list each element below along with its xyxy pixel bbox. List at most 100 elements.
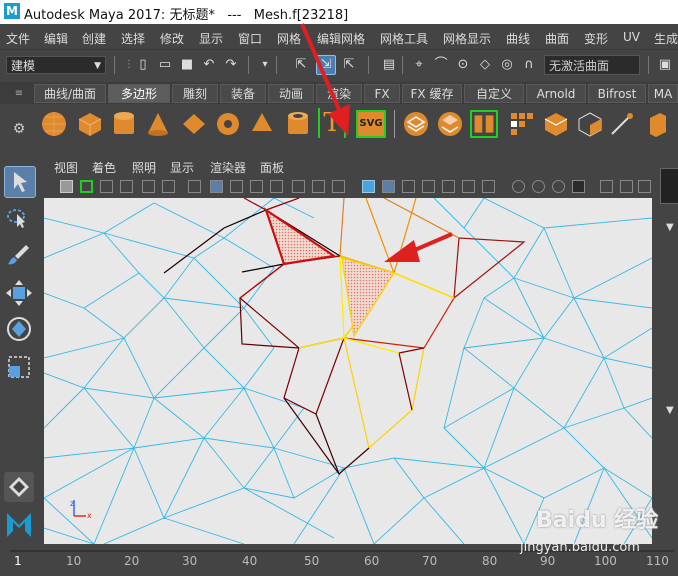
poly-type-text-icon[interactable]: T	[318, 108, 346, 138]
isolate-select-icon[interactable]	[512, 180, 525, 193]
channel-box-tab[interactable]	[660, 168, 678, 204]
poly-pipe-icon[interactable]	[284, 110, 312, 138]
layout-button[interactable]	[4, 472, 34, 502]
poly-prism-icon[interactable]	[248, 110, 276, 138]
menu-generate[interactable]: 生成	[654, 30, 678, 47]
shelf-tab-polygons[interactable]: 多边形	[108, 84, 170, 103]
shelf-tab-bifrost[interactable]: Bifrost	[588, 84, 646, 103]
film-gate-icon[interactable]	[210, 180, 223, 193]
construction-history-icon[interactable]: ▣	[656, 56, 674, 74]
panel-menu-panels[interactable]: 面板	[260, 159, 284, 176]
menu-surfaces[interactable]: 曲面	[545, 30, 569, 47]
rotate-tool-button[interactable]	[4, 314, 34, 344]
shelf-tab-custom[interactable]: 自定义	[464, 84, 524, 103]
grease-pencil-icon[interactable]	[162, 180, 175, 193]
chevron-down-icon[interactable]: ▼	[666, 222, 674, 233]
poly-cylinder-icon[interactable]	[110, 110, 138, 138]
grid-toggle-icon[interactable]	[188, 180, 201, 193]
bookmarks-icon[interactable]	[100, 180, 113, 193]
safe-action-icon[interactable]	[292, 180, 305, 193]
menu-edit[interactable]: 编辑	[44, 30, 68, 47]
undo-icon[interactable]: ↶	[200, 56, 218, 74]
xray-joints-icon[interactable]	[532, 180, 545, 193]
select-component-icon[interactable]: ⇲	[316, 55, 336, 75]
menu-create[interactable]: 创建	[82, 30, 106, 47]
save-scene-icon[interactable]: ■	[178, 56, 196, 74]
shelf-tab-sculpting[interactable]: 雕刻	[172, 84, 218, 103]
smooth-icon[interactable]	[508, 110, 536, 138]
image-plane-icon[interactable]	[120, 180, 133, 193]
safe-title-icon[interactable]	[312, 180, 325, 193]
menu-deform[interactable]: 变形	[584, 30, 608, 47]
panel-menu-shading[interactable]: 着色	[92, 159, 116, 176]
use-all-lights-icon[interactable]	[442, 180, 455, 193]
shelf-menu-icon[interactable]: ≡	[10, 85, 28, 103]
pick-mask-icon[interactable]: ▤	[380, 56, 398, 74]
paint-select-tool-button[interactable]	[4, 240, 34, 270]
camera-icon[interactable]	[60, 180, 73, 193]
extract-icon[interactable]	[470, 110, 498, 138]
shelf-tab-fx[interactable]: FX	[364, 84, 400, 103]
menu-edit-mesh[interactable]: 编辑网格	[317, 30, 365, 47]
separate-icon[interactable]	[436, 110, 464, 138]
menu-file[interactable]: 文件	[6, 30, 30, 47]
shadows-icon[interactable]	[462, 180, 475, 193]
field-chart-icon[interactable]	[270, 180, 283, 193]
redo-icon[interactable]: ↷	[222, 56, 240, 74]
menu-set-dropdown[interactable]: 建模 ▼	[6, 56, 106, 74]
lasso-tool-button[interactable]	[4, 204, 34, 234]
motion-blur-icon[interactable]	[600, 180, 613, 193]
panel-menu-show[interactable]: 显示	[170, 159, 194, 176]
scale-tool-button[interactable]	[4, 352, 34, 382]
snap-curve-icon[interactable]: ⌒	[432, 56, 450, 74]
shelf-tab-arnold[interactable]: Arnold	[526, 84, 586, 103]
poly-plane-icon[interactable]	[180, 110, 208, 138]
extrude-icon[interactable]	[644, 110, 672, 138]
magnet-icon[interactable]: ∩	[520, 56, 538, 74]
panel-menu-view[interactable]: 视图	[54, 159, 78, 176]
move-tool-button[interactable]	[4, 278, 34, 308]
shelf-tab-fx-caching[interactable]: FX 缓存	[402, 84, 462, 103]
poly-sphere-icon[interactable]	[40, 110, 68, 138]
gate-mask-icon[interactable]	[250, 180, 263, 193]
anti-aliasing-icon[interactable]	[620, 180, 633, 193]
shelf-settings-gear-icon[interactable]: ⚙	[10, 120, 28, 138]
menu-mesh[interactable]: 网格	[277, 30, 301, 47]
menu-curves[interactable]: 曲线	[506, 30, 530, 47]
select-object-icon[interactable]: ⇱	[340, 56, 358, 74]
poly-svg-icon[interactable]: SVG	[356, 110, 386, 138]
new-scene-icon[interactable]: ▯	[134, 56, 152, 74]
camera-attributes-icon[interactable]	[80, 180, 93, 193]
resolution-gate-icon[interactable]	[230, 180, 243, 193]
snap-grid-icon[interactable]: ⌖	[410, 56, 428, 74]
poly-cube-icon[interactable]	[76, 110, 104, 138]
menu-mesh-display[interactable]: 网格显示	[443, 30, 491, 47]
bridge-icon[interactable]	[542, 110, 570, 138]
xray-icon[interactable]	[482, 180, 495, 193]
snap-point-icon[interactable]: ⊙	[454, 56, 472, 74]
menu-select[interactable]: 选择	[121, 30, 145, 47]
selection-mask-icon[interactable]: ▾	[256, 56, 274, 74]
shelf-tab-curves-surfaces[interactable]: 曲线/曲面	[34, 84, 106, 103]
text-overlay-icon[interactable]	[332, 180, 345, 193]
open-scene-icon[interactable]: ▭	[156, 56, 174, 74]
depth-of-field-icon[interactable]	[638, 180, 651, 193]
panel-menu-renderer[interactable]: 渲染器	[210, 159, 246, 176]
2d-pan-zoom-icon[interactable]	[142, 180, 155, 193]
wireframe-on-shaded-icon[interactable]	[402, 180, 415, 193]
snap-live-icon[interactable]: ◎	[498, 56, 516, 74]
textured-icon[interactable]	[422, 180, 435, 193]
bevel-icon[interactable]	[576, 110, 604, 138]
combine-icon[interactable]	[402, 110, 430, 138]
menu-windows[interactable]: 窗口	[238, 30, 262, 47]
ambient-occlusion-icon[interactable]	[572, 180, 585, 193]
smooth-shade-icon[interactable]	[382, 180, 395, 193]
snap-view-plane-icon[interactable]: ◇	[476, 56, 494, 74]
xray-active-icon[interactable]	[552, 180, 565, 193]
panel-menu-lighting[interactable]: 照明	[132, 159, 156, 176]
menu-uv[interactable]: UV	[623, 30, 640, 44]
shelf-tab-animation[interactable]: 动画	[268, 84, 314, 103]
shelf-tab-mash[interactable]: MA	[648, 84, 678, 103]
menu-mesh-tools[interactable]: 网格工具	[380, 30, 428, 47]
menu-modify[interactable]: 修改	[160, 30, 184, 47]
